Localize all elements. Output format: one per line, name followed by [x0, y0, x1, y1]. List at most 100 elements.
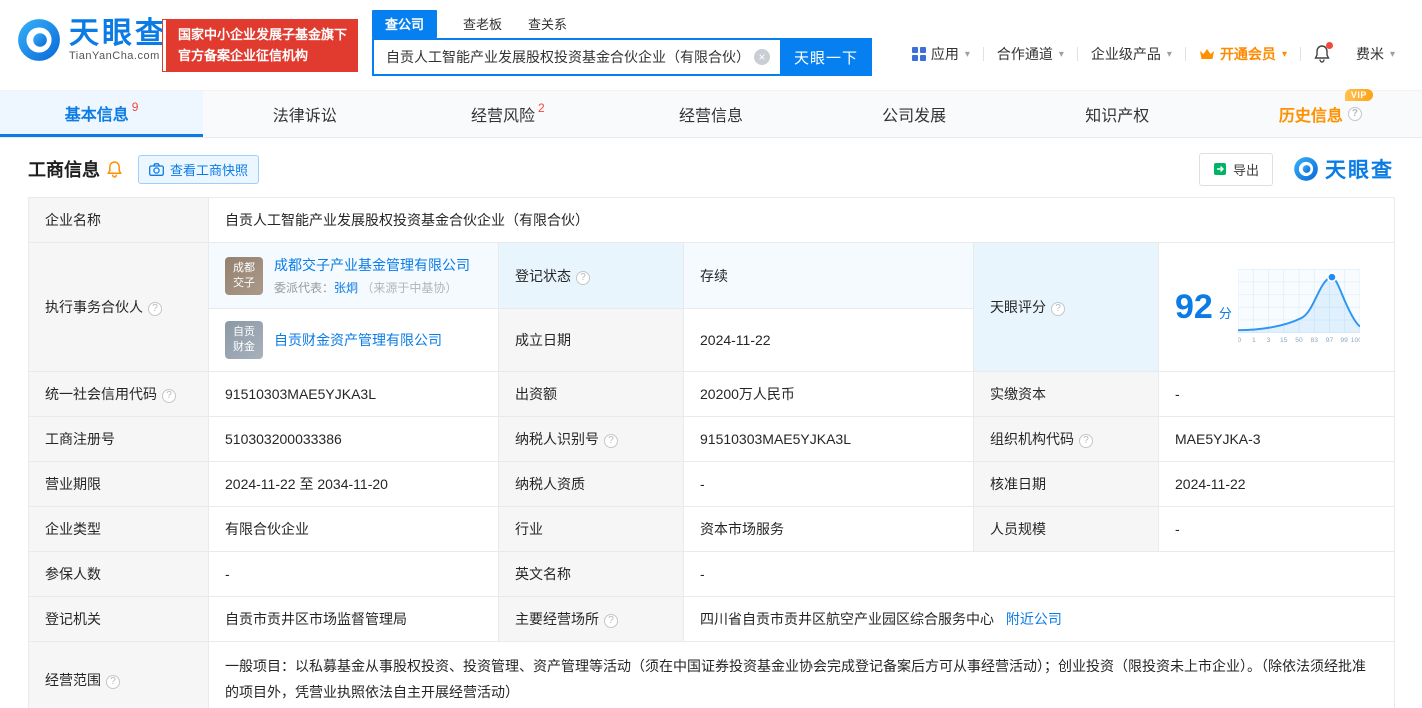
nav-user-label: 费米 — [1355, 46, 1384, 62]
tianyan-score-label: 天眼评分 — [973, 242, 1159, 372]
tab-legal-proceedings-label: 法律诉讼 — [272, 108, 337, 125]
help-icon[interactable] — [604, 434, 618, 448]
nearby-companies-link[interactable]: 附近公司 — [1006, 611, 1062, 627]
nav-cooperation[interactable]: 合作通道 — [984, 44, 1077, 64]
nav-user-account[interactable]: 费米 — [1343, 44, 1408, 64]
logo-text-en: TianYanCha.com — [69, 49, 160, 62]
tab-basic-info[interactable]: 基本信息 9 — [0, 91, 204, 137]
help-icon[interactable] — [162, 389, 176, 403]
help-icon[interactable] — [1079, 434, 1093, 448]
tab-company-development[interactable]: 公司发展 — [813, 91, 1016, 137]
svg-text:100: 100 — [1351, 337, 1360, 344]
english-name-value: - — [682, 551, 1396, 597]
authority-value: 自贡市贡井区市场监督管理局 — [208, 596, 499, 642]
score-marker-dot — [1326, 272, 1337, 283]
establish-date-label: 成立日期 — [498, 308, 684, 372]
help-icon[interactable] — [106, 674, 120, 689]
address-value: 四川省自贡市贡井区航空产业园区综合服务中心 附近公司 — [682, 596, 1396, 642]
org-code-value: MAE5YJKA-3 — [1157, 416, 1396, 462]
tab-intellectual-property[interactable]: 知识产权 — [1016, 91, 1219, 137]
tab-operating-risk[interactable]: 经营风险 2 — [406, 91, 609, 137]
english-name-label: 英文名称 — [498, 551, 684, 597]
rep-prefix: 委派代表： — [274, 281, 335, 295]
nav-open-membership[interactable]: 开通会员 — [1186, 44, 1300, 64]
export-button[interactable]: 导出 — [1198, 152, 1273, 186]
vip-badge: VIP — [1344, 89, 1373, 101]
search-tab-relation[interactable]: 查关系 — [528, 14, 567, 38]
search-tabs: 查公司 查老板 查关系 — [372, 10, 872, 38]
paid-capital-value: - — [1157, 371, 1396, 417]
address-label: 主要经营场所 — [498, 596, 684, 642]
search-tab-boss[interactable]: 查老板 — [463, 14, 502, 38]
score-distribution-chart: 0 1 3 15 50 83 97 99 100 — [1237, 269, 1360, 344]
tab-business-info[interactable]: 经营信息 — [609, 91, 812, 137]
nav-apps-label: 应用 — [930, 46, 959, 62]
nav-apps[interactable]: 应用 — [899, 44, 983, 64]
grid-icon — [911, 47, 926, 61]
snapshot-button-label: 查看工商快照 — [170, 162, 249, 178]
industry-label: 行业 — [498, 506, 684, 552]
staff-size-value: - — [1157, 506, 1396, 552]
business-scope-label: 经营范围 — [28, 641, 209, 708]
score-unit: 分 — [1218, 305, 1232, 321]
authority-label: 登记机关 — [28, 596, 209, 642]
alert-bell-icon[interactable] — [107, 160, 122, 178]
tianyancha-watermark: 天眼查 — [1293, 154, 1394, 184]
company-type-label: 企业类型 — [28, 506, 209, 552]
export-button-label: 导出 — [1232, 162, 1259, 178]
company-name-value: 自贡人工智能产业发展股权投资基金合伙企业（有限合伙） — [207, 197, 1396, 243]
partner-item: 成都 交子 成都交子产业基金管理有限公司 委派代表：张炯 （来源于中基协） — [208, 242, 499, 309]
reg-status-label: 登记状态 — [498, 242, 684, 309]
table-row: 参保人数 - 英文名称 - — [28, 551, 1396, 597]
org-code-label: 组织机构代码 — [973, 416, 1159, 462]
help-icon[interactable] — [1051, 302, 1065, 316]
business-info-section-header: 工商信息 查看工商快照 导出 天眼查 — [28, 152, 1394, 186]
view-business-snapshot-button[interactable]: 查看工商快照 — [138, 154, 260, 184]
notifications-button[interactable] — [1301, 42, 1343, 63]
company-type-value: 有限合伙企业 — [208, 506, 499, 552]
tab-company-development-label: 公司发展 — [882, 108, 947, 125]
tianyancha-logo-icon — [18, 19, 60, 61]
table-row: 经营范围 一般项目：以私募基金从事股权投资、投资管理、资产管理等活动（须在中国证… — [28, 641, 1396, 708]
taxpayer-quality-label: 纳税人资质 — [498, 461, 684, 507]
search-button[interactable]: 天眼一下 — [780, 38, 872, 76]
search-area: 查公司 查老板 查关系 天眼一下 — [372, 10, 872, 76]
logo-text-cn: 天眼查 — [69, 17, 168, 51]
crown-icon — [1199, 49, 1214, 59]
tianyancha-logo[interactable]: 天眼查 TianYanCha.com — [16, 17, 168, 63]
clear-search-icon[interactable] — [754, 49, 770, 65]
tab-intellectual-property-label: 知识产权 — [1085, 108, 1150, 125]
reg-no-label: 工商注册号 — [28, 416, 209, 462]
table-row: 登记机关 自贡市贡井区市场监督管理局 主要经营场所 四川省自贡市贡井区航空产业园… — [28, 596, 1396, 642]
help-icon[interactable] — [576, 270, 590, 285]
partner-avatar[interactable]: 自贡 财金 — [225, 321, 263, 359]
taxpayer-quality-value: - — [683, 461, 974, 507]
partner-company-link[interactable]: 自贡财金资产管理有限公司 — [274, 330, 442, 350]
taxpayer-no-value: 91510303MAE5YJKA3L — [683, 416, 974, 462]
reg-no-value: 510303200033386 — [208, 416, 499, 462]
search-input[interactable] — [372, 38, 780, 76]
help-icon[interactable] — [604, 614, 618, 628]
top-header: 天眼查 TianYanCha.com 国家中小企业发展子基金旗下 官方备案企业征… — [0, 0, 1422, 90]
partner-avatar[interactable]: 成都 交子 — [225, 256, 263, 295]
tab-history-info[interactable]: 历史信息 VIP — [1219, 89, 1422, 137]
term-label: 营业期限 — [28, 461, 209, 507]
section-title: 工商信息 — [28, 160, 100, 180]
approval-date-label: 核准日期 — [973, 461, 1159, 507]
partner-company-link[interactable]: 成都交子产业基金管理有限公司 — [274, 255, 470, 275]
reg-status-value: 存续 — [683, 242, 974, 309]
gov-badge-line1: 国家中小企业发展子基金旗下 — [178, 27, 348, 42]
business-registration-table: 企业名称 自贡人工智能产业发展股权投资基金合伙企业（有限合伙） 执行事务合伙人 … — [28, 197, 1396, 708]
capital-label: 出资额 — [498, 371, 684, 417]
help-icon[interactable] — [1347, 107, 1362, 121]
help-icon[interactable] — [148, 302, 162, 316]
rep-person-link[interactable]: 张炯 — [334, 281, 358, 295]
tab-business-info-label: 经营信息 — [678, 108, 743, 125]
top-navigation: 应用 合作通道 企业级产品 开通会员 — [899, 42, 1408, 64]
search-tab-company[interactable]: 查公司 — [372, 10, 438, 38]
tab-legal-proceedings[interactable]: 法律诉讼 — [203, 91, 406, 137]
nav-enterprise-products[interactable]: 企业级产品 — [1078, 44, 1185, 64]
credit-code-label: 统一社会信用代码 — [28, 371, 209, 417]
table-row: 营业期限 2024-11-22 至 2034-11-20 纳税人资质 - 核准日… — [28, 461, 1396, 507]
executive-partner-label: 执行事务合伙人 — [28, 242, 209, 372]
